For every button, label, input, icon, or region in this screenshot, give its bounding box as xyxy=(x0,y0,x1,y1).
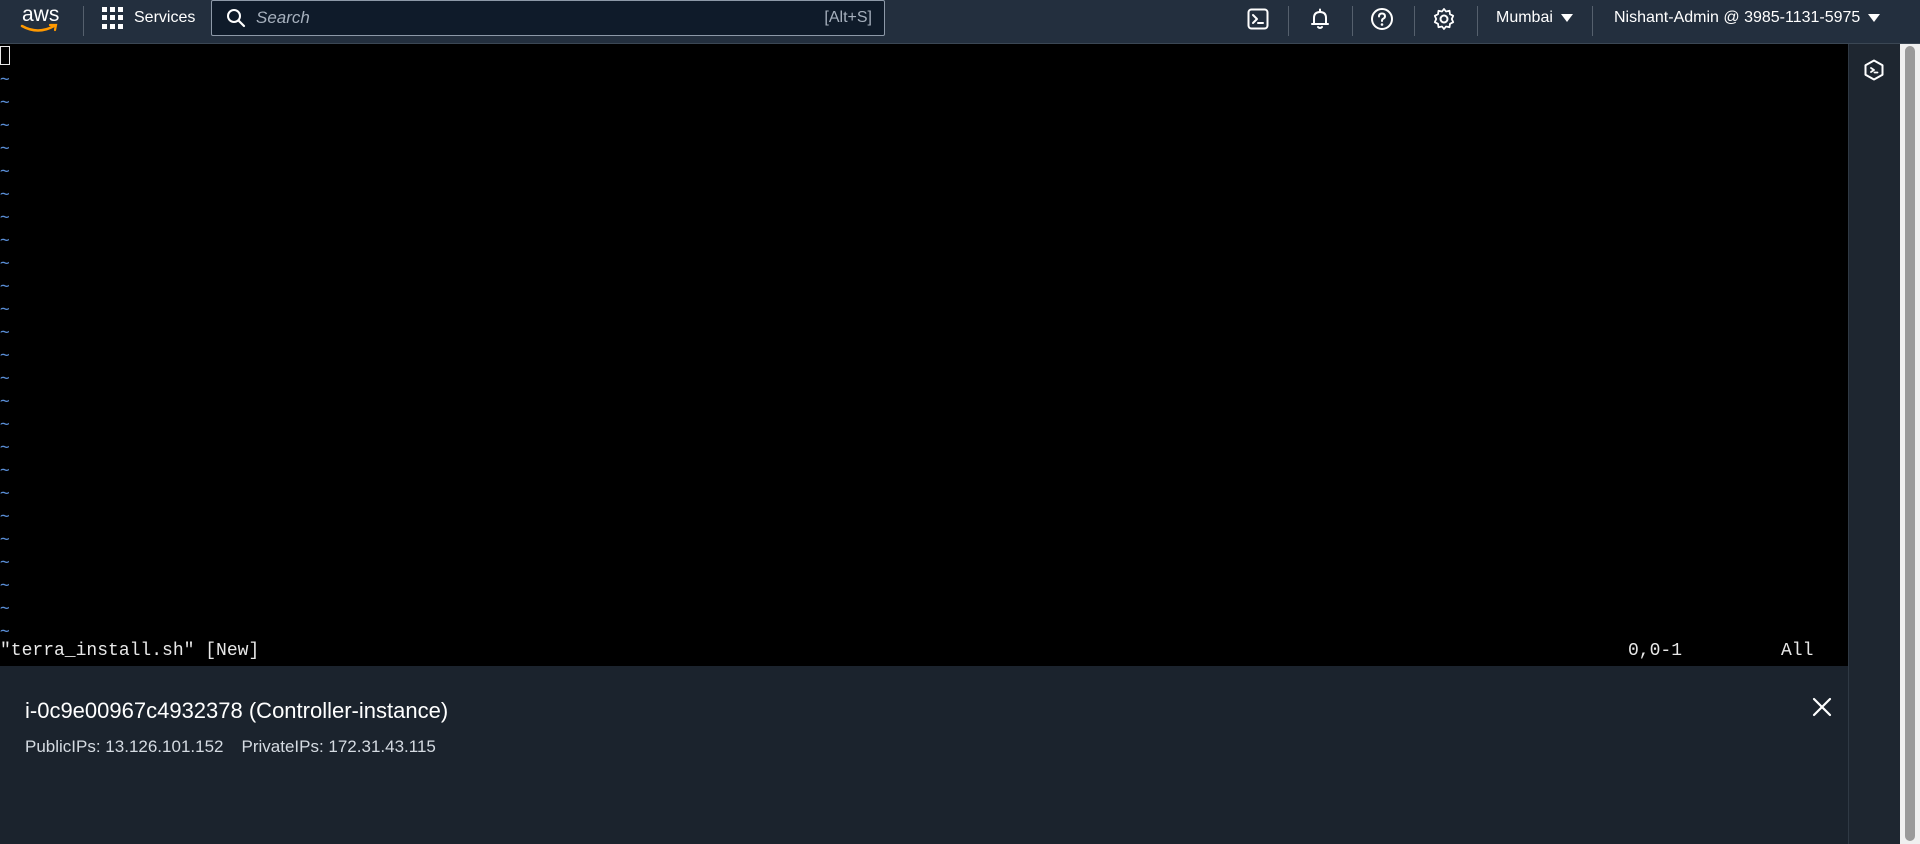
search-icon xyxy=(227,9,246,28)
scrollbar-thumb[interactable] xyxy=(1905,46,1915,841)
vim-tilde-line: ~ xyxy=(0,299,10,318)
services-label: Services xyxy=(134,9,196,26)
status-scroll-percent: All xyxy=(1781,641,1814,661)
nav-divider xyxy=(1288,6,1289,36)
search-input[interactable] xyxy=(254,7,825,29)
status-file-name: "terra_install.sh" [New] xyxy=(0,641,260,661)
public-ips: PublicIPs: 13.126.101.152 xyxy=(25,737,224,756)
vim-tilde-line: ~ xyxy=(0,115,10,134)
caret-down-icon xyxy=(1560,14,1573,22)
region-label: Mumbai xyxy=(1496,9,1553,26)
account-menu[interactable]: Nishant-Admin @ 3985-1131-5975 xyxy=(1614,0,1881,36)
vim-tilde-line: ~ xyxy=(0,161,10,180)
instance-title: i-0c9e00967c4932378 (Controller-instance… xyxy=(25,698,449,723)
help-icon[interactable] xyxy=(1369,6,1395,32)
settings-icon[interactable] xyxy=(1431,6,1457,32)
vim-tilde-line: ~ xyxy=(0,552,10,571)
terminal-cursor xyxy=(0,46,10,65)
cloudshell-hexagon-icon[interactable] xyxy=(1862,58,1886,82)
region-selector[interactable]: Mumbai xyxy=(1496,0,1573,36)
vim-tilde-line: ~ xyxy=(0,460,10,479)
top-navigation-bar: aws Services [Alt+S] xyxy=(0,0,1920,44)
instance-ip-row: PublicIPs: 13.126.101.152 PrivateIPs: 172… xyxy=(25,737,436,757)
search-bar[interactable]: [Alt+S] xyxy=(211,0,885,36)
aws-logo[interactable]: aws xyxy=(18,3,66,39)
vim-tilde-line: ~ xyxy=(0,230,10,249)
vim-tilde-line: ~ xyxy=(0,483,10,502)
vim-tilde-line: ~ xyxy=(0,414,10,433)
private-ips: PrivateIPs: 172.31.43.115 xyxy=(241,737,436,756)
right-sidebar xyxy=(1848,44,1900,844)
vim-tilde-line: ~ xyxy=(0,92,10,111)
instance-info-panel: i-0c9e00967c4932378 (Controller-instance… xyxy=(0,666,1848,844)
vim-tilde-line: ~ xyxy=(0,253,10,272)
nav-divider xyxy=(83,6,84,36)
aws-smile-icon xyxy=(20,23,58,32)
vim-tilde-line: ~ xyxy=(0,437,10,456)
nav-divider xyxy=(1592,6,1593,36)
vim-status-line: "terra_install.sh" [New] 0,0-1 All xyxy=(0,641,1848,663)
vim-tilde-line: ~ xyxy=(0,276,10,295)
nav-divider xyxy=(1352,6,1353,36)
cloudshell-icon[interactable] xyxy=(1245,6,1271,32)
vim-tilde-line: ~ xyxy=(0,391,10,410)
vim-tilde-line: ~ xyxy=(0,575,10,594)
vim-tilde-line: ~ xyxy=(0,345,10,364)
close-icon[interactable] xyxy=(1811,696,1833,718)
notifications-icon[interactable] xyxy=(1307,6,1333,32)
status-cursor-position: 0,0-1 xyxy=(1628,641,1683,661)
vim-tilde-line: ~ xyxy=(0,506,10,525)
vim-tilde-line: ~ xyxy=(0,184,10,203)
apps-grid-icon xyxy=(102,7,124,29)
terminal-window[interactable]: ~ ~ ~ ~ ~ ~ ~ ~ ~ ~ ~ ~ ~ ~ ~ ~ ~ ~ ~ ~ ~ ~ ~ ~ ~ "terra_install… xyxy=(0,44,1848,666)
services-menu-button[interactable]: Services xyxy=(102,0,195,36)
vim-tilde-line: ~ xyxy=(0,138,10,157)
vim-tilde-line: ~ xyxy=(0,621,10,640)
vim-tilde-line: ~ xyxy=(0,322,10,341)
nav-divider xyxy=(1414,6,1415,36)
vim-tilde-line: ~ xyxy=(0,69,10,88)
vim-tilde-line: ~ xyxy=(0,598,10,617)
vim-tilde-line: ~ xyxy=(0,368,10,387)
nav-divider xyxy=(1477,6,1478,36)
vim-tilde-line: ~ xyxy=(0,207,10,226)
search-shortcut-hint: [Alt+S] xyxy=(824,9,872,26)
caret-down-icon xyxy=(1868,14,1881,22)
account-label: Nishant-Admin @ 3985-1131-5975 xyxy=(1614,9,1861,26)
vim-tilde-line: ~ xyxy=(0,529,10,548)
page-scrollbar[interactable] xyxy=(1900,44,1920,844)
